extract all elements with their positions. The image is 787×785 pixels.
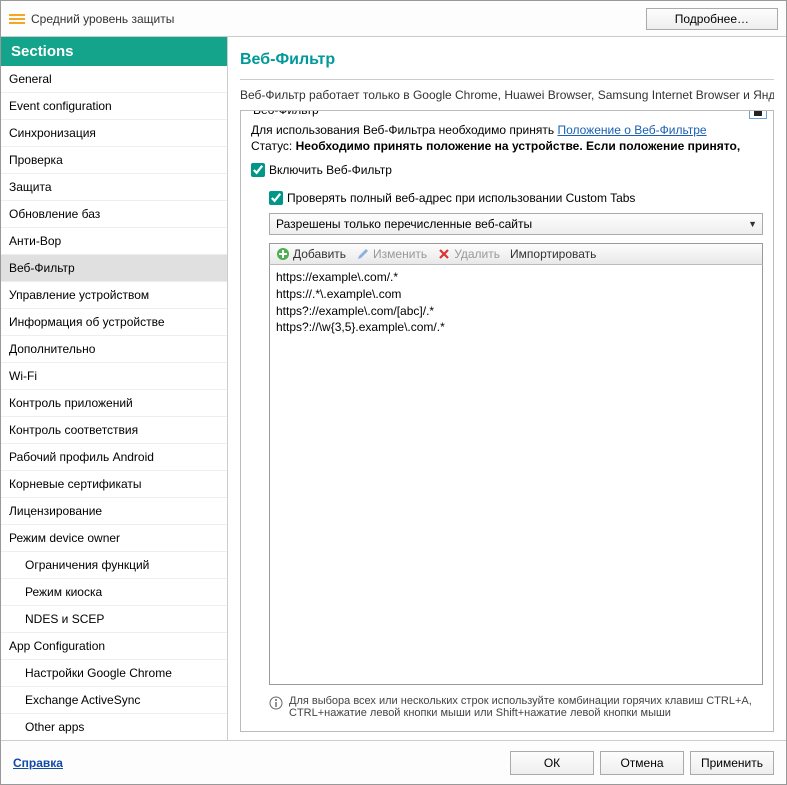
protection-level-icon xyxy=(9,11,25,27)
sidebar-item[interactable]: Синхронизация xyxy=(1,120,227,147)
window-title: Средний уровень защиты xyxy=(31,12,646,26)
import-label: Импортировать xyxy=(510,247,596,261)
requirement-text: Для использования Веб-Фильтра необходимо… xyxy=(251,123,763,137)
sidebar-item[interactable]: Настройки Google Chrome xyxy=(1,660,227,687)
edit-button[interactable]: Изменить xyxy=(356,247,427,261)
title-bar: Средний уровень защиты Подробнее… xyxy=(1,1,786,37)
status-row: Статус: Необходимо принять положение на … xyxy=(251,139,763,153)
settings-window: Средний уровень защиты Подробнее… Sectio… xyxy=(0,0,787,785)
sidebar-item[interactable]: Wi-Fi xyxy=(1,363,227,390)
sidebar-item[interactable]: Корневые сертификаты xyxy=(1,471,227,498)
body: Sections GeneralEvent configurationСинхр… xyxy=(1,37,786,740)
filter-mode-value: Разрешены только перечисленные веб-сайты xyxy=(276,217,532,231)
footer: Справка ОК Отмена Применить xyxy=(1,740,786,784)
plus-icon xyxy=(276,247,290,261)
chevron-down-icon: ▼ xyxy=(748,219,757,229)
status-value: Необходимо принять положение на устройст… xyxy=(296,139,741,153)
info-icon xyxy=(269,696,283,710)
url-listbox[interactable]: https://example\.com/.*https://.*\.examp… xyxy=(269,265,763,685)
sidebar-item[interactable]: NDES и SCEP xyxy=(1,606,227,633)
lock-icon[interactable] xyxy=(749,110,767,119)
pencil-icon xyxy=(356,247,370,261)
fieldset-legend: Веб-Фильтр xyxy=(249,110,323,117)
url-list-section: Добавить Изменить Удалить Импортировать xyxy=(269,243,763,685)
policy-link[interactable]: Положение о Веб-Фильтре xyxy=(557,123,706,137)
sidebar-item[interactable]: Рабочий профиль Android xyxy=(1,444,227,471)
sidebar-item[interactable]: General xyxy=(1,66,227,93)
enable-webfilter-checkbox[interactable] xyxy=(251,163,265,177)
delete-button[interactable]: Удалить xyxy=(437,247,500,261)
sidebar-item[interactable]: Проверка xyxy=(1,147,227,174)
page-title: Веб-Фильтр xyxy=(240,47,774,80)
list-item[interactable]: https://.*\.example\.com xyxy=(276,286,756,303)
sidebar-item[interactable]: Информация об устройстве xyxy=(1,309,227,336)
web-filter-fieldset: Веб-Фильтр Для использования Веб-Фильтра… xyxy=(240,110,774,732)
add-label: Добавить xyxy=(293,247,346,261)
sidebar-item[interactable]: Режим киоска xyxy=(1,579,227,606)
add-button[interactable]: Добавить xyxy=(276,247,346,261)
sidebar-item[interactable]: Ограничения функций xyxy=(1,552,227,579)
sidebar-item[interactable]: Управление устройством xyxy=(1,282,227,309)
custom-tabs-label: Проверять полный веб-адрес при использов… xyxy=(287,191,635,205)
hint-text: Для выбора всех или нескольких строк исп… xyxy=(289,695,763,719)
sidebar-item[interactable]: Дополнительно xyxy=(1,336,227,363)
cancel-button[interactable]: Отмена xyxy=(600,751,684,775)
enable-webfilter-label: Включить Веб-Фильтр xyxy=(269,163,392,177)
sections-header: Sections xyxy=(1,37,227,66)
custom-tabs-row[interactable]: Проверять полный веб-адрес при использов… xyxy=(269,191,763,205)
more-button[interactable]: Подробнее… xyxy=(646,8,778,30)
ok-button[interactable]: ОК xyxy=(510,751,594,775)
sidebar-item[interactable]: Режим device owner xyxy=(1,525,227,552)
hint-row: Для выбора всех или нескольких строк исп… xyxy=(269,695,763,719)
sidebar-item[interactable]: Веб-Фильтр xyxy=(1,255,227,282)
import-button[interactable]: Импортировать xyxy=(510,247,596,261)
edit-label: Изменить xyxy=(373,247,427,261)
sidebar-item[interactable]: Event configuration xyxy=(1,93,227,120)
filter-mode-select[interactable]: Разрешены только перечисленные веб-сайты… xyxy=(269,213,763,235)
requirement-prefix: Для использования Веб-Фильтра необходимо… xyxy=(251,123,557,137)
delete-icon xyxy=(437,247,451,261)
sidebar-item[interactable]: Защита xyxy=(1,174,227,201)
sidebar-item[interactable]: Обновление баз xyxy=(1,201,227,228)
list-item[interactable]: https://example\.com/.* xyxy=(276,269,756,286)
sidebar-item[interactable]: Контроль приложений xyxy=(1,390,227,417)
sidebar-item[interactable]: Контроль соответствия xyxy=(1,417,227,444)
sections-sidebar[interactable]: Sections GeneralEvent configurationСинхр… xyxy=(1,37,228,740)
list-toolbar: Добавить Изменить Удалить Импортировать xyxy=(269,243,763,265)
help-link[interactable]: Справка xyxy=(13,756,63,770)
main-panel: Веб-Фильтр Веб-Фильтр работает только в … xyxy=(228,37,786,740)
sidebar-item[interactable]: App Configuration xyxy=(1,633,227,660)
browsers-info-text: Веб-Фильтр работает только в Google Chro… xyxy=(240,84,774,110)
list-item[interactable]: https?://\w{3,5}.example\.com/.* xyxy=(276,319,756,336)
apply-button[interactable]: Применить xyxy=(690,751,774,775)
sidebar-item[interactable]: Анти-Вор xyxy=(1,228,227,255)
delete-label: Удалить xyxy=(454,247,500,261)
sidebar-item[interactable]: Exchange ActiveSync xyxy=(1,687,227,714)
status-label: Статус: xyxy=(251,139,296,153)
custom-tabs-checkbox[interactable] xyxy=(269,191,283,205)
enable-webfilter-row[interactable]: Включить Веб-Фильтр xyxy=(251,163,763,177)
sidebar-item[interactable]: Лицензирование xyxy=(1,498,227,525)
list-item[interactable]: https?://example\.com/[abc]/.* xyxy=(276,303,756,320)
sidebar-item[interactable]: Other apps xyxy=(1,714,227,740)
